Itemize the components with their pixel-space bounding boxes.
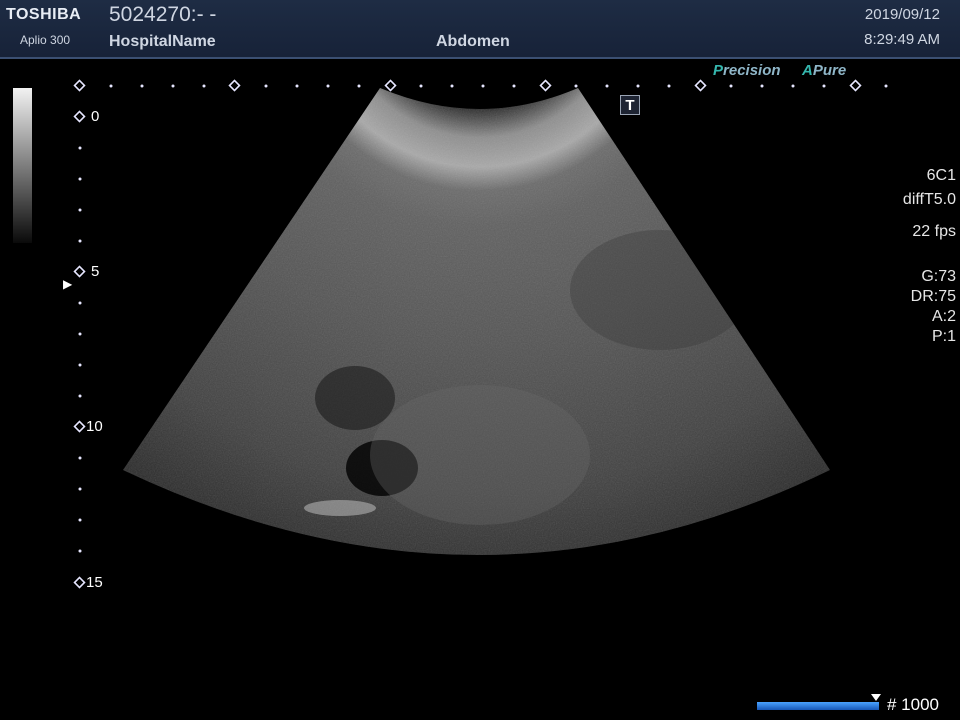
precision-badge: Precision <box>713 62 781 79</box>
depth-label-15: 15 <box>86 574 103 591</box>
depth-label-5: 5 <box>91 263 100 280</box>
precision-rest: recision <box>723 62 781 79</box>
depth-label-0: 0 <box>91 108 100 125</box>
frame-number: # 1000 <box>887 695 939 714</box>
focus-marker-icon: ▶ <box>63 277 73 291</box>
grayscale-bar <box>13 88 32 243</box>
dynamic-range-label: DR:75 <box>910 288 956 305</box>
top-dot-ruler <box>73 79 862 92</box>
p-label: P:1 <box>931 328 956 345</box>
t-marker-icon[interactable]: T <box>620 95 640 115</box>
apure-a: A <box>802 62 813 79</box>
apure-rest: Pure <box>812 62 847 79</box>
transducer-label: 6C1 <box>926 167 956 184</box>
gain-label: G:73 <box>921 268 956 285</box>
fps-label: 22 fps <box>912 223 956 240</box>
preset-label: diffT5.0 <box>902 191 956 208</box>
vessel-shadow <box>315 366 395 430</box>
a-label: A:2 <box>931 308 956 325</box>
depth-label-10: 10 <box>86 418 103 435</box>
apure-badge: APure <box>802 62 846 79</box>
depth-ruler <box>73 110 86 589</box>
cine-frame-bar[interactable] <box>757 702 879 710</box>
precision-p: P <box>713 62 724 79</box>
cine-position-icon[interactable] <box>871 694 881 701</box>
ultrasound-image <box>73 79 888 589</box>
